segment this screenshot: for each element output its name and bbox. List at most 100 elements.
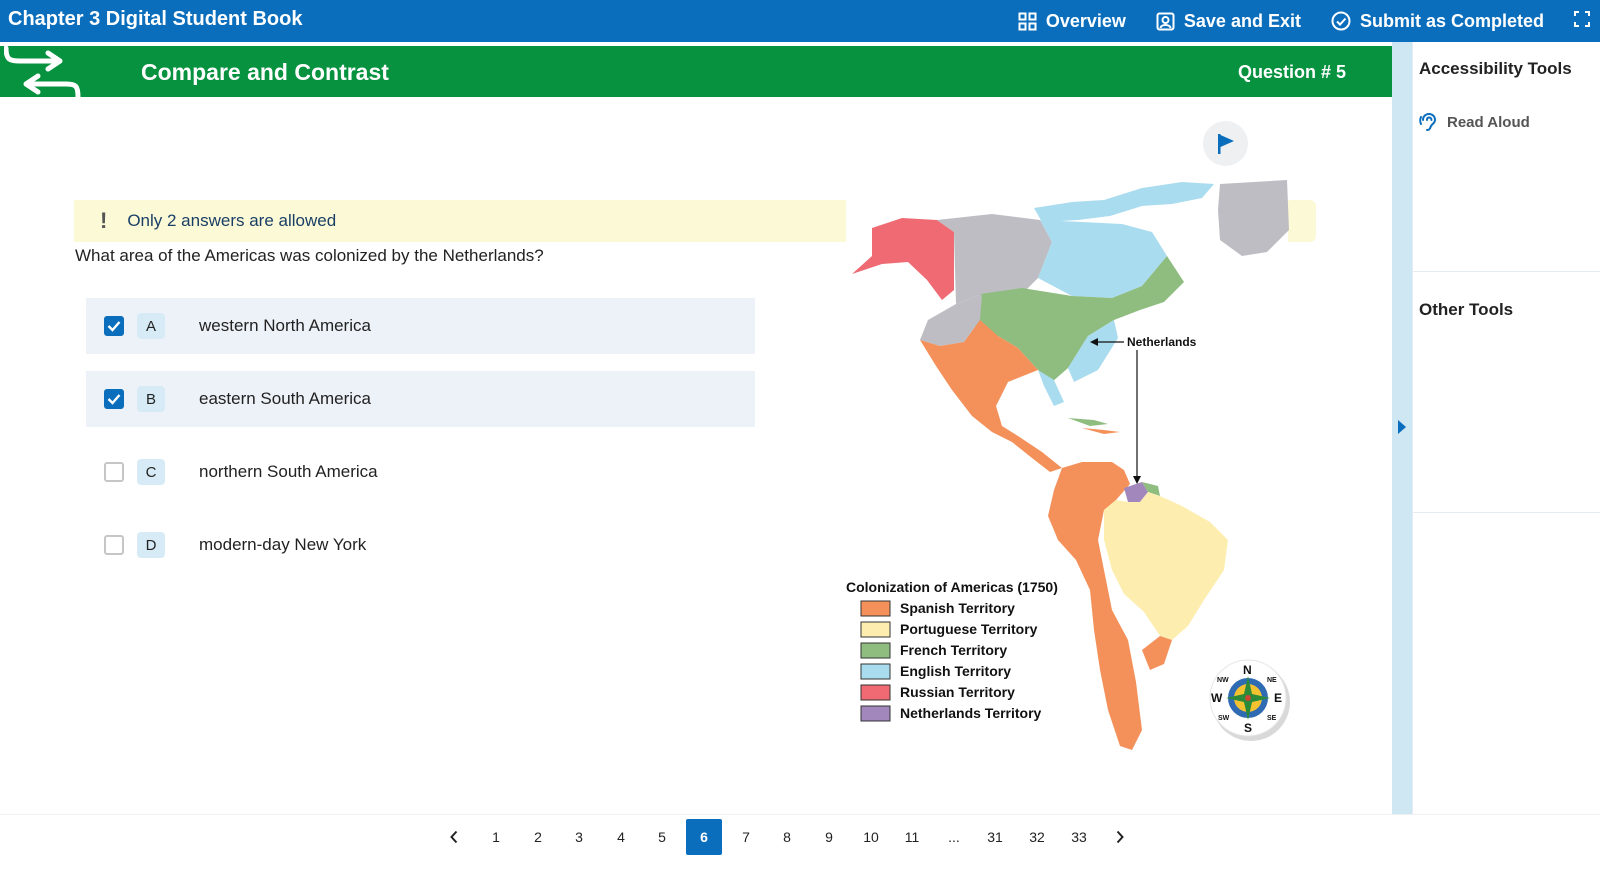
chevron-right-icon bbox=[1116, 830, 1124, 844]
overview-button[interactable]: Overview bbox=[1018, 11, 1126, 32]
save-exit-button[interactable]: Save and Exit bbox=[1156, 11, 1301, 32]
flag-question-button[interactable] bbox=[1203, 121, 1248, 166]
option-text: northern South America bbox=[199, 462, 378, 481]
compass-rose-icon: N S W E NW NE SW SE bbox=[1209, 659, 1290, 741]
option-text: modern-day New York bbox=[199, 535, 367, 554]
caribbean-islands-region-2 bbox=[1082, 428, 1120, 434]
accessibility-tools-heading: Accessibility Tools bbox=[1419, 59, 1572, 78]
option-letter: C bbox=[137, 459, 165, 485]
netherlands-callout-label: Netherlands bbox=[1127, 335, 1197, 349]
read-aloud-button[interactable]: Read Aloud bbox=[1419, 112, 1530, 132]
option-letter: B bbox=[137, 386, 165, 412]
save-exit-label: Save and Exit bbox=[1183, 10, 1301, 31]
compass-sw: SW bbox=[1218, 715, 1230, 722]
greenland-region bbox=[1218, 180, 1289, 256]
page-link-11[interactable]: 11 bbox=[894, 819, 930, 855]
page-ellipsis: ... bbox=[948, 829, 960, 845]
compass-w: W bbox=[1211, 691, 1223, 705]
page-link-7[interactable]: 7 bbox=[728, 819, 764, 855]
page-link-32[interactable]: 32 bbox=[1019, 819, 1055, 855]
expand-arrow-icon bbox=[1398, 420, 1406, 434]
top-bar: Chapter 3 Digital Student Book Overview … bbox=[0, 0, 1600, 42]
panel-divider bbox=[1413, 271, 1600, 272]
page-link-33[interactable]: 33 bbox=[1061, 819, 1097, 855]
submit-button[interactable]: Submit as Completed bbox=[1331, 11, 1544, 32]
page-link-2[interactable]: 2 bbox=[520, 819, 556, 855]
chevron-left-icon bbox=[450, 830, 458, 844]
page-link-3[interactable]: 3 bbox=[561, 819, 597, 855]
option-checkbox[interactable] bbox=[104, 535, 124, 555]
check-circle-icon bbox=[1331, 11, 1351, 31]
side-panel-toggle[interactable] bbox=[1392, 42, 1412, 814]
page-link-5[interactable]: 5 bbox=[644, 819, 680, 855]
option-text: eastern South America bbox=[199, 389, 371, 408]
colonization-map: Netherlands Colonization of Americas (17… bbox=[846, 180, 1290, 750]
legend-swatch bbox=[860, 663, 891, 680]
page-link-1[interactable]: 1 bbox=[478, 819, 514, 855]
answer-option-d[interactable]: D modern-day New York bbox=[86, 517, 755, 573]
option-letter: A bbox=[137, 313, 165, 339]
checkmark-icon bbox=[107, 321, 121, 332]
legend-label: Portuguese Territory bbox=[900, 621, 1038, 637]
legend-item-french: French Territory bbox=[860, 642, 1007, 659]
legend-label: Netherlands Territory bbox=[900, 705, 1042, 721]
submit-label: Submit as Completed bbox=[1359, 10, 1544, 31]
legend-swatch bbox=[860, 621, 891, 638]
panel-divider bbox=[1413, 512, 1600, 513]
option-checkbox[interactable] bbox=[104, 316, 124, 336]
legend-label: Russian Territory bbox=[900, 684, 1015, 700]
flag-icon bbox=[1217, 133, 1234, 154]
app-title: Chapter 3 Digital Student Book bbox=[8, 8, 303, 30]
legend-swatch bbox=[860, 684, 891, 701]
next-page-button[interactable] bbox=[1102, 819, 1138, 855]
legend-swatch bbox=[860, 600, 891, 617]
side-panel: Accessibility Tools Read Aloud Other Too… bbox=[1412, 42, 1600, 814]
caribbean-islands-region bbox=[1068, 418, 1108, 426]
page-link-10[interactable]: 10 bbox=[853, 819, 889, 855]
legend-item-spanish: Spanish Territory bbox=[860, 600, 1015, 617]
option-checkbox[interactable] bbox=[104, 389, 124, 409]
page-link-9[interactable]: 9 bbox=[811, 819, 847, 855]
compass-s: S bbox=[1244, 721, 1252, 735]
question-number: Question # 5 bbox=[1238, 62, 1347, 82]
page-link-6-current[interactable]: 6 bbox=[686, 819, 722, 855]
swap-arrows-icon bbox=[4, 46, 81, 97]
legend-swatch bbox=[860, 642, 891, 659]
answer-option-b[interactable]: B eastern South America bbox=[86, 371, 755, 427]
compass-e: E bbox=[1274, 691, 1282, 705]
alaska-region bbox=[852, 218, 954, 300]
notice-text: Only 2 answers are allowed bbox=[127, 211, 337, 230]
page-link-4[interactable]: 4 bbox=[603, 819, 639, 855]
page-link-8[interactable]: 8 bbox=[769, 819, 805, 855]
compass-se: SE bbox=[1267, 715, 1277, 722]
legend-swatch bbox=[860, 705, 891, 722]
read-aloud-label: Read Aloud bbox=[1447, 113, 1530, 131]
spanish-south-region bbox=[1142, 636, 1172, 670]
fullscreen-button[interactable] bbox=[1574, 10, 1590, 32]
question-header: Compare and Contrast Question # 5 bbox=[0, 46, 1392, 97]
answer-option-a[interactable]: A western North America bbox=[86, 298, 755, 354]
legend-item-netherlands: Netherlands Territory bbox=[860, 705, 1042, 722]
other-tools-heading: Other Tools bbox=[1419, 300, 1514, 319]
answer-limit-notice: ! Only 2 answers are allowed bbox=[74, 200, 846, 242]
pagination: 1 2 3 4 5 6 7 8 9 10 11 ... 31 32 33 bbox=[0, 814, 1600, 870]
legend-item-portuguese: Portuguese Territory bbox=[860, 621, 1038, 638]
option-checkbox[interactable] bbox=[104, 462, 124, 482]
compass-n: N bbox=[1243, 663, 1252, 677]
top-actions: Overview Save and Exit Submit as Complet… bbox=[1018, 0, 1600, 42]
legend-label: English Territory bbox=[900, 663, 1011, 679]
page-link-31[interactable]: 31 bbox=[977, 819, 1013, 855]
legend-title: Colonization of Americas (1750) bbox=[846, 579, 1058, 595]
arctic-islands-region bbox=[1034, 182, 1214, 222]
legend-label: French Territory bbox=[900, 642, 1007, 658]
exclamation-icon: ! bbox=[100, 208, 108, 233]
grid-icon bbox=[1018, 12, 1037, 30]
legend-label: Spanish Territory bbox=[900, 600, 1015, 616]
answer-option-c[interactable]: C northern South America bbox=[86, 444, 755, 500]
compass-nw: NW bbox=[1217, 677, 1229, 684]
portuguese-brazil-region bbox=[1104, 492, 1228, 640]
legend-item-english: English Territory bbox=[860, 663, 1011, 680]
prev-page-button[interactable] bbox=[436, 819, 472, 855]
compass-ne: NE bbox=[1267, 677, 1277, 684]
checkmark-icon bbox=[107, 394, 121, 405]
